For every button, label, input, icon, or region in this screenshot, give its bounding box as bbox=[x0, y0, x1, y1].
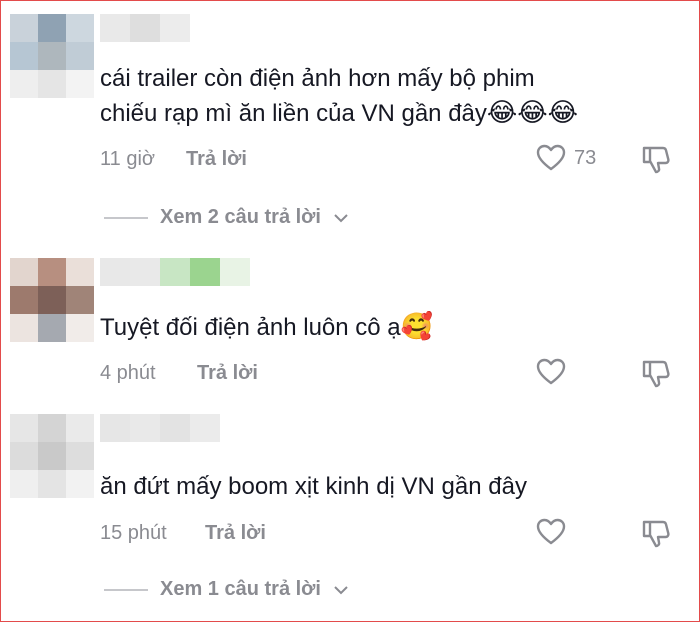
laughing-emoji: 😂😂😂 bbox=[486, 98, 579, 128]
heart-outline-icon bbox=[536, 144, 566, 171]
divider-line bbox=[104, 588, 148, 591]
dislike-button[interactable] bbox=[640, 518, 672, 555]
chevron-down-icon bbox=[334, 585, 348, 594]
divider-line bbox=[104, 216, 148, 219]
chevron-down-icon bbox=[334, 213, 348, 222]
comment-text-line: chiếu rạp mì ăn liền của VN gần đây bbox=[100, 100, 487, 127]
comment-text: ăn đứt mấy boom xịt kinh dị VN gần đây bbox=[100, 470, 527, 504]
heart-outline-icon bbox=[536, 358, 566, 385]
reply-button[interactable]: Trả lời bbox=[205, 522, 266, 545]
view-replies-label: Xem 1 câu trả lời bbox=[160, 578, 321, 600]
thumbs-down-outline-icon bbox=[642, 146, 670, 174]
view-replies-label: Xem 2 câu trả lời bbox=[160, 206, 321, 228]
avatar[interactable] bbox=[10, 258, 94, 342]
comment-text-line: cái trailer còn điện ảnh hơn mấy bộ phim bbox=[100, 65, 535, 92]
username-blurred[interactable] bbox=[100, 14, 190, 42]
view-replies-button[interactable]: Xem 2 câu trả lời bbox=[104, 206, 349, 229]
username-blurred[interactable] bbox=[100, 414, 220, 442]
like-button[interactable] bbox=[536, 518, 566, 546]
comment-text-line: ăn đứt mấy boom xịt kinh dị VN gần đây bbox=[100, 473, 527, 500]
dislike-button[interactable] bbox=[640, 144, 672, 181]
view-replies-button[interactable]: Xem 1 câu trả lời bbox=[104, 578, 349, 601]
comment-text: Tuyệt đối điện ảnh luôn cô ạ🥰 bbox=[100, 310, 433, 345]
comment-time: 4 phút bbox=[100, 362, 156, 384]
like-button[interactable] bbox=[536, 358, 566, 386]
dislike-button[interactable] bbox=[640, 358, 672, 395]
thumbs-down-outline-icon bbox=[642, 360, 670, 388]
avatar[interactable] bbox=[10, 14, 94, 98]
smiling-hearts-emoji: 🥰 bbox=[400, 312, 434, 342]
heart-outline-icon bbox=[536, 518, 566, 545]
reply-button[interactable]: Trả lời bbox=[197, 362, 258, 385]
reply-button[interactable]: Trả lời bbox=[186, 148, 247, 171]
comment-time: 15 phút bbox=[100, 522, 167, 544]
thumbs-down-outline-icon bbox=[642, 520, 670, 548]
like-count: 73 bbox=[574, 146, 597, 169]
comment-time: 11 giờ bbox=[100, 148, 155, 170]
comment-text: cái trailer còn điện ảnh hơn mấy bộ phim… bbox=[100, 62, 578, 131]
avatar[interactable] bbox=[10, 414, 94, 498]
comment-text-line: Tuyệt đối điện ảnh luôn cô ạ bbox=[100, 314, 401, 341]
like-button[interactable]: 73 bbox=[536, 144, 596, 172]
username-blurred[interactable] bbox=[100, 258, 250, 286]
